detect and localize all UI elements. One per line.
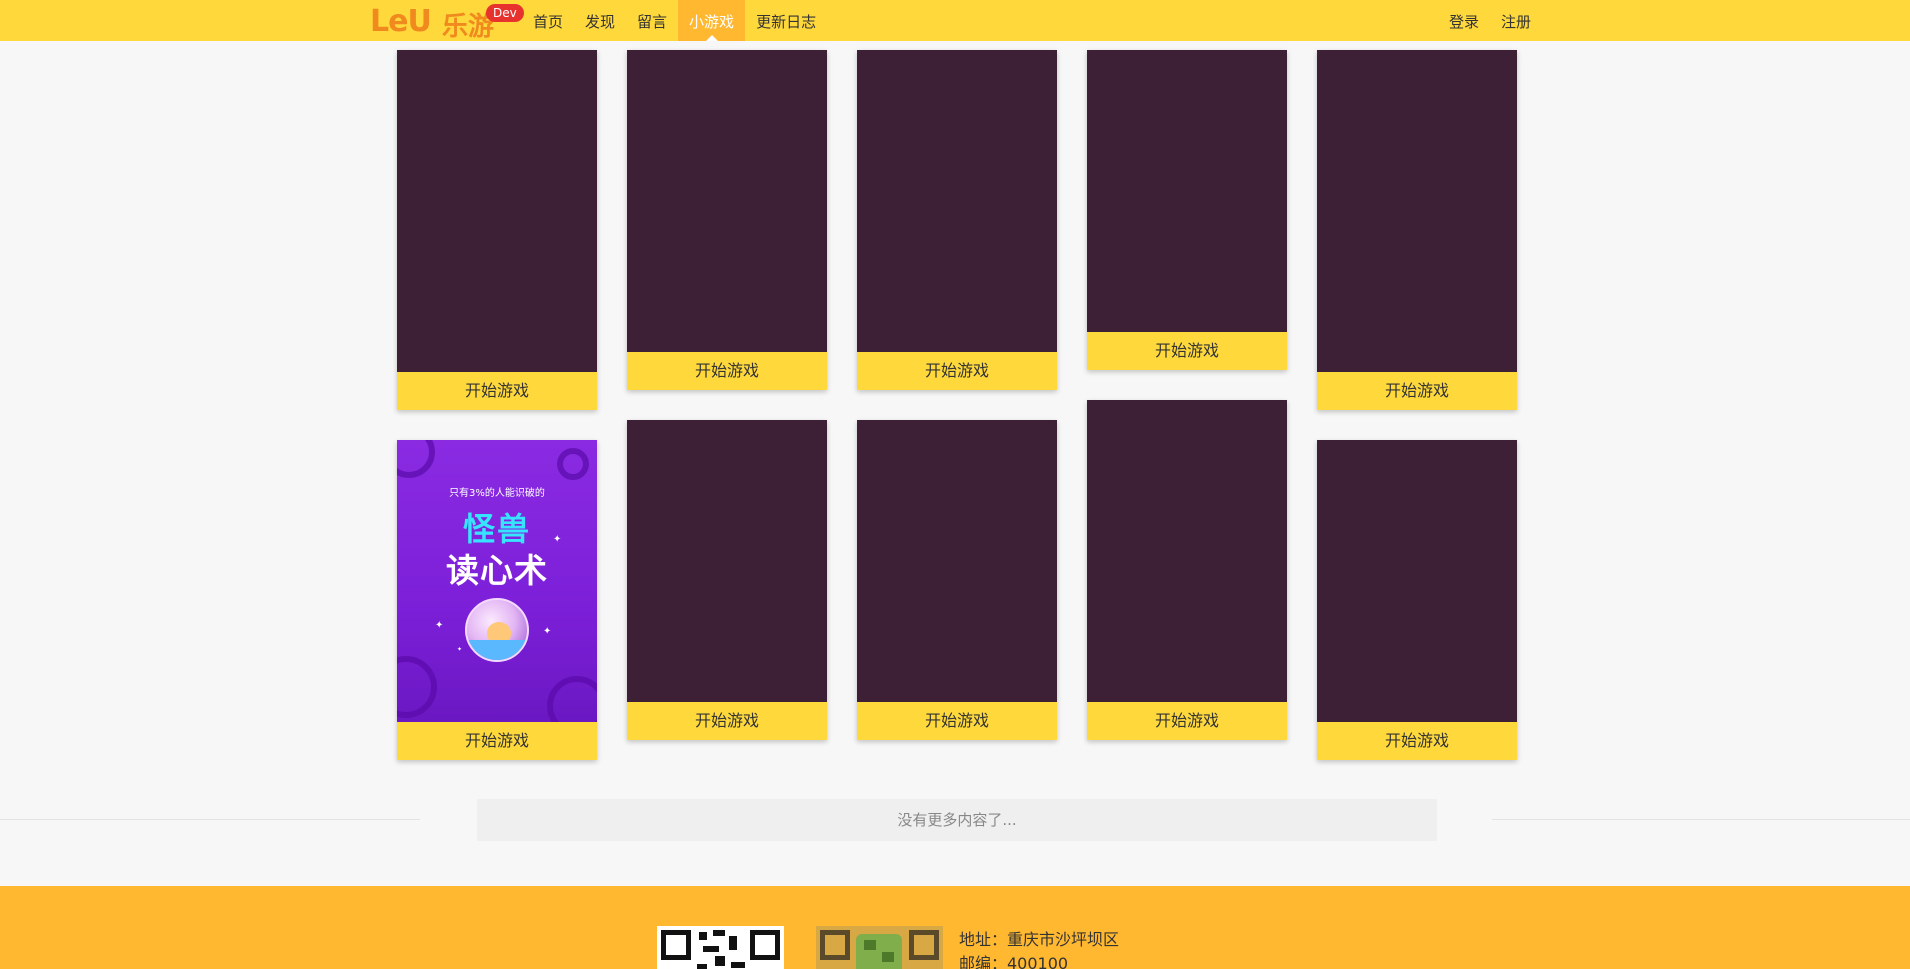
nav-home[interactable]: 首页	[522, 0, 574, 41]
game-cover[interactable]	[627, 50, 827, 352]
bubble-water	[467, 640, 527, 660]
footer-postcode: 邮编：400100	[959, 954, 1069, 969]
game-card[interactable]: 开始游戏	[1317, 440, 1517, 760]
top-navbar: LeU 乐游 Dev 首页 发现 留言 小游戏 更新日志 登录 注册	[0, 0, 1910, 42]
game-card[interactable]: 开始游戏	[857, 420, 1057, 740]
footer	[0, 886, 1910, 969]
start-game-button[interactable]: 开始游戏	[627, 352, 827, 390]
nav-messages[interactable]: 留言	[626, 0, 678, 41]
sparkle-icon: ✦	[435, 620, 444, 631]
game-cover[interactable]	[627, 420, 827, 702]
game-card[interactable]: 开始游戏	[627, 50, 827, 390]
start-game-button[interactable]: 开始游戏	[1087, 332, 1287, 370]
dev-badge: Dev	[486, 4, 524, 22]
login-link[interactable]: 登录	[1438, 0, 1490, 41]
decor-ring	[557, 448, 589, 480]
decor-ring	[397, 656, 437, 718]
divider-left	[0, 819, 420, 820]
qr-code	[816, 926, 943, 969]
start-game-button[interactable]: 开始游戏	[627, 702, 827, 740]
start-game-button[interactable]: 开始游戏	[1087, 702, 1287, 740]
game-card[interactable]: 开始游戏	[857, 50, 1057, 390]
site-logo[interactable]: LeU 乐游 Dev	[370, 2, 524, 42]
start-game-button[interactable]: 开始游戏	[857, 352, 1057, 390]
game-cover[interactable]	[397, 50, 597, 372]
cover-tagline: 只有3%的人能识破的	[449, 488, 545, 499]
footer-address: 地址：重庆市沙坪坝区	[959, 930, 1120, 949]
game-cover[interactable]	[1317, 440, 1517, 722]
logo-wordmark: LeU	[370, 4, 432, 39]
game-card[interactable]: 只有3%的人能识破的 怪兽 读心术 ✦ ✦ ✦ ✦ 开始游戏	[397, 440, 597, 760]
start-game-button[interactable]: 开始游戏	[397, 722, 597, 760]
register-link[interactable]: 注册	[1490, 0, 1542, 41]
monster-bubble-icon	[465, 598, 529, 662]
footer-contact: 地址：重庆市沙坪坝区 邮编：400100	[959, 928, 1119, 969]
sparkle-icon: ✦	[553, 534, 562, 545]
game-cover[interactable]	[857, 50, 1057, 352]
start-game-button[interactable]: 开始游戏	[1317, 722, 1517, 760]
start-game-button[interactable]: 开始游戏	[1317, 372, 1517, 410]
start-game-button[interactable]: 开始游戏	[397, 372, 597, 410]
main-nav: 首页 发现 留言 小游戏 更新日志	[522, 0, 827, 41]
cover-title-line2: 读心术	[446, 551, 548, 590]
game-cover[interactable]	[1087, 50, 1287, 332]
start-game-button[interactable]: 开始游戏	[857, 702, 1057, 740]
game-cover[interactable]	[857, 420, 1057, 702]
game-card[interactable]: 开始游戏	[1317, 50, 1517, 410]
decor-ring	[397, 440, 435, 478]
game-card[interactable]: 开始游戏	[397, 50, 597, 410]
game-cover[interactable]	[1317, 50, 1517, 372]
divider-right	[1492, 819, 1910, 820]
decor-ring	[547, 676, 597, 722]
nav-changelog[interactable]: 更新日志	[745, 0, 827, 41]
game-cover[interactable]	[1087, 400, 1287, 702]
nav-minigames[interactable]: 小游戏	[678, 0, 746, 41]
sparkle-icon: ✦	[457, 646, 463, 653]
no-more-content: 没有更多内容了...	[477, 799, 1437, 841]
nav-discover[interactable]: 发现	[574, 0, 626, 41]
sparkle-icon: ✦	[543, 626, 552, 637]
qr-code	[657, 926, 784, 969]
auth-links: 登录 注册	[1438, 0, 1542, 41]
game-cover-monster-mindreading[interactable]: 只有3%的人能识破的 怪兽 读心术 ✦ ✦ ✦ ✦	[397, 440, 597, 722]
game-card[interactable]: 开始游戏	[1087, 400, 1287, 740]
game-card[interactable]: 开始游戏	[1087, 50, 1287, 370]
game-card[interactable]: 开始游戏	[627, 420, 827, 740]
